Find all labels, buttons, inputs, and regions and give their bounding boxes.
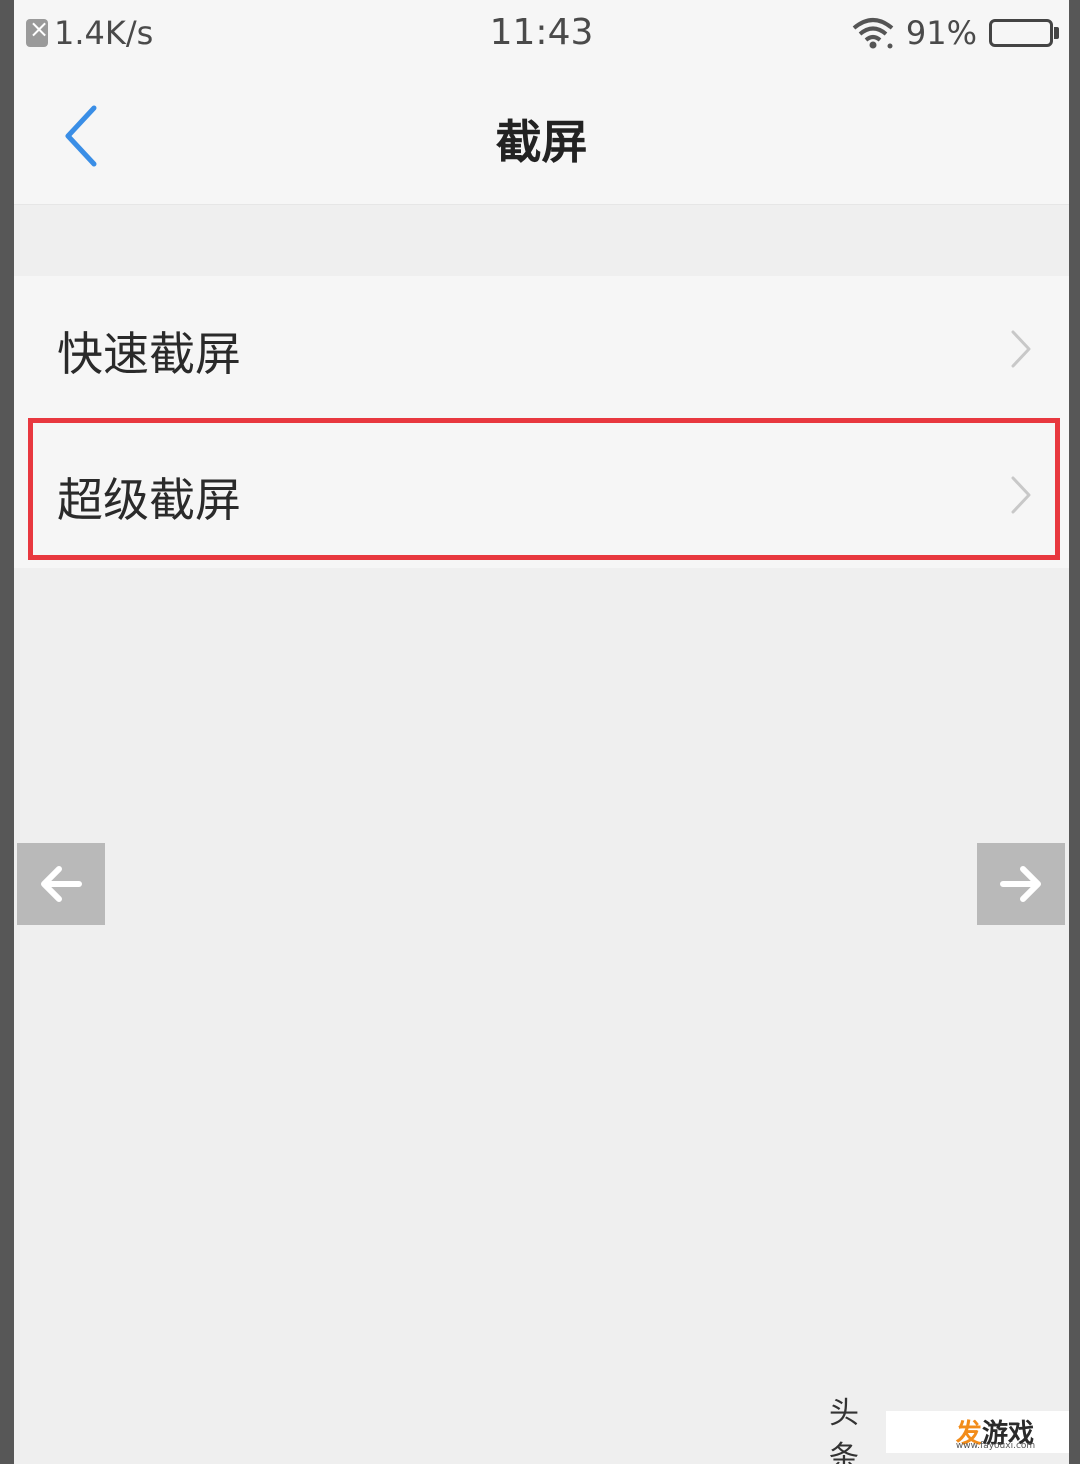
watermark-logo: 发游戏 www.fayouxi.com <box>885 1411 1069 1453</box>
arrow-left-icon <box>41 866 82 902</box>
settings-item-super-screenshot[interactable]: 超级截屏 <box>14 422 1069 568</box>
arrow-right-icon <box>1000 866 1041 902</box>
battery-icon <box>989 19 1059 47</box>
status-bar: 1.4K/s 11:43 91% <box>14 0 1069 70</box>
watermark: 头条 发游戏 www.fayouxi.com <box>829 1396 1069 1464</box>
status-right: 91% <box>850 14 1059 52</box>
previous-image-button[interactable] <box>17 843 105 925</box>
settings-item-quick-screenshot[interactable]: 快速截屏 <box>14 276 1069 422</box>
phone-screen: 1.4K/s 11:43 91% <box>14 0 1069 1464</box>
page: 1.4K/s 11:43 91% <box>0 0 1080 1464</box>
chevron-right-icon <box>1011 330 1031 368</box>
wifi-icon <box>852 18 894 49</box>
page-title: 截屏 <box>495 115 588 169</box>
settings-item-label: 超级截屏 <box>57 473 241 527</box>
battery-percent: 91% <box>905 14 977 52</box>
watermark-prefix: 头条 <box>829 1396 859 1464</box>
chevron-right-icon <box>1011 476 1031 514</box>
next-image-button[interactable] <box>977 843 1065 925</box>
nav-bar: 截屏 <box>14 70 1069 205</box>
settings-item-label: 快速截屏 <box>57 327 241 381</box>
watermark-url: www.fayouxi.com <box>955 1441 1036 1451</box>
settings-list: 快速截屏 超级截屏 <box>14 276 1069 568</box>
